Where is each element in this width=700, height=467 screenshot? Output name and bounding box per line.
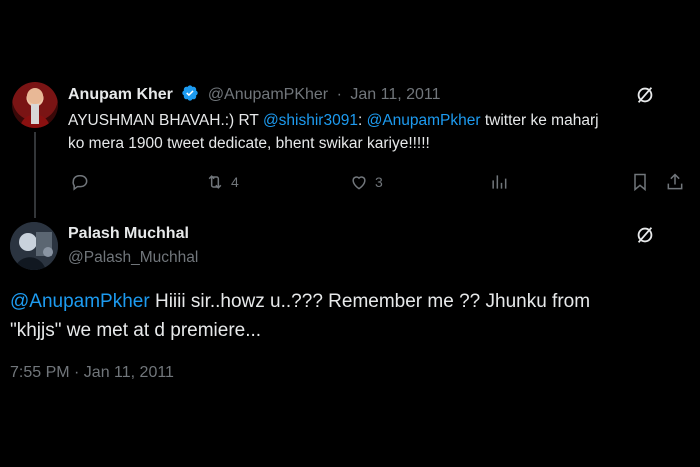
like-count: 3	[375, 174, 383, 190]
mention-link[interactable]: @AnupamPkher	[367, 112, 481, 129]
avatar-palash-muchhal[interactable]	[10, 222, 58, 270]
author-name[interactable]: Anupam Kher	[68, 86, 173, 103]
quoted-tweet-action-bar: 4 3	[68, 172, 688, 196]
main-author-name[interactable]: Palash Muchhal	[68, 225, 189, 243]
thread-connector-line	[34, 132, 36, 218]
reply-button[interactable]	[70, 172, 90, 192]
bookmark-button[interactable]	[630, 172, 650, 192]
retweet-count: 4	[231, 174, 239, 190]
tweet-timestamp[interactable]: 7:55 PM · Jan 11, 2011	[10, 364, 174, 382]
text-line2: "khjjs" we met at d premiere...	[10, 320, 262, 341]
bookmark-icon	[634, 173, 646, 192]
tweet-date[interactable]: Jan 11, 2011	[350, 86, 440, 103]
mention-link[interactable]: @shishir3091	[263, 112, 358, 129]
text-line2: ko mera 1900 tweet dedicate, bhent swika…	[68, 135, 430, 152]
verified-badge-icon	[182, 85, 199, 101]
author-handle[interactable]: @AnupamPKher	[208, 86, 328, 103]
reply-icon	[72, 175, 88, 191]
views-button[interactable]	[489, 172, 509, 192]
like-button[interactable]: 3	[349, 172, 383, 192]
main-tweet-text: @AnupamPkher Hiiii sir..howz u..??? Reme…	[10, 287, 670, 345]
views-icon	[492, 175, 507, 189]
like-icon	[352, 176, 366, 190]
text-line1-end: twitter ke maharj	[480, 112, 599, 129]
text-line1: Hiiii sir..howz u..??? Remember me ?? Jh…	[149, 291, 591, 312]
share-button[interactable]	[665, 172, 685, 192]
grok-icon[interactable]	[634, 84, 656, 106]
grok-icon[interactable]	[634, 224, 656, 246]
header-separator: ·	[336, 86, 342, 103]
share-icon	[667, 173, 683, 190]
avatar-anupam-kher[interactable]	[12, 82, 58, 128]
retweet-icon	[208, 175, 222, 189]
mention-link[interactable]: @AnupamPkher	[10, 291, 150, 312]
quoted-tweet-header: Anupam Kher @AnupamPKher · Jan 11, 2011	[68, 84, 441, 104]
retweet-button[interactable]: 4	[205, 172, 239, 192]
quoted-tweet-text: AYUSHMAN BHAVAH.:) RT @shishir3091: @Anu…	[68, 109, 688, 155]
main-author-handle[interactable]: @Palash_Muchhal	[68, 249, 198, 267]
text-prefix: AYUSHMAN BHAVAH.:) RT	[68, 112, 263, 129]
text-mid: :	[357, 112, 367, 129]
